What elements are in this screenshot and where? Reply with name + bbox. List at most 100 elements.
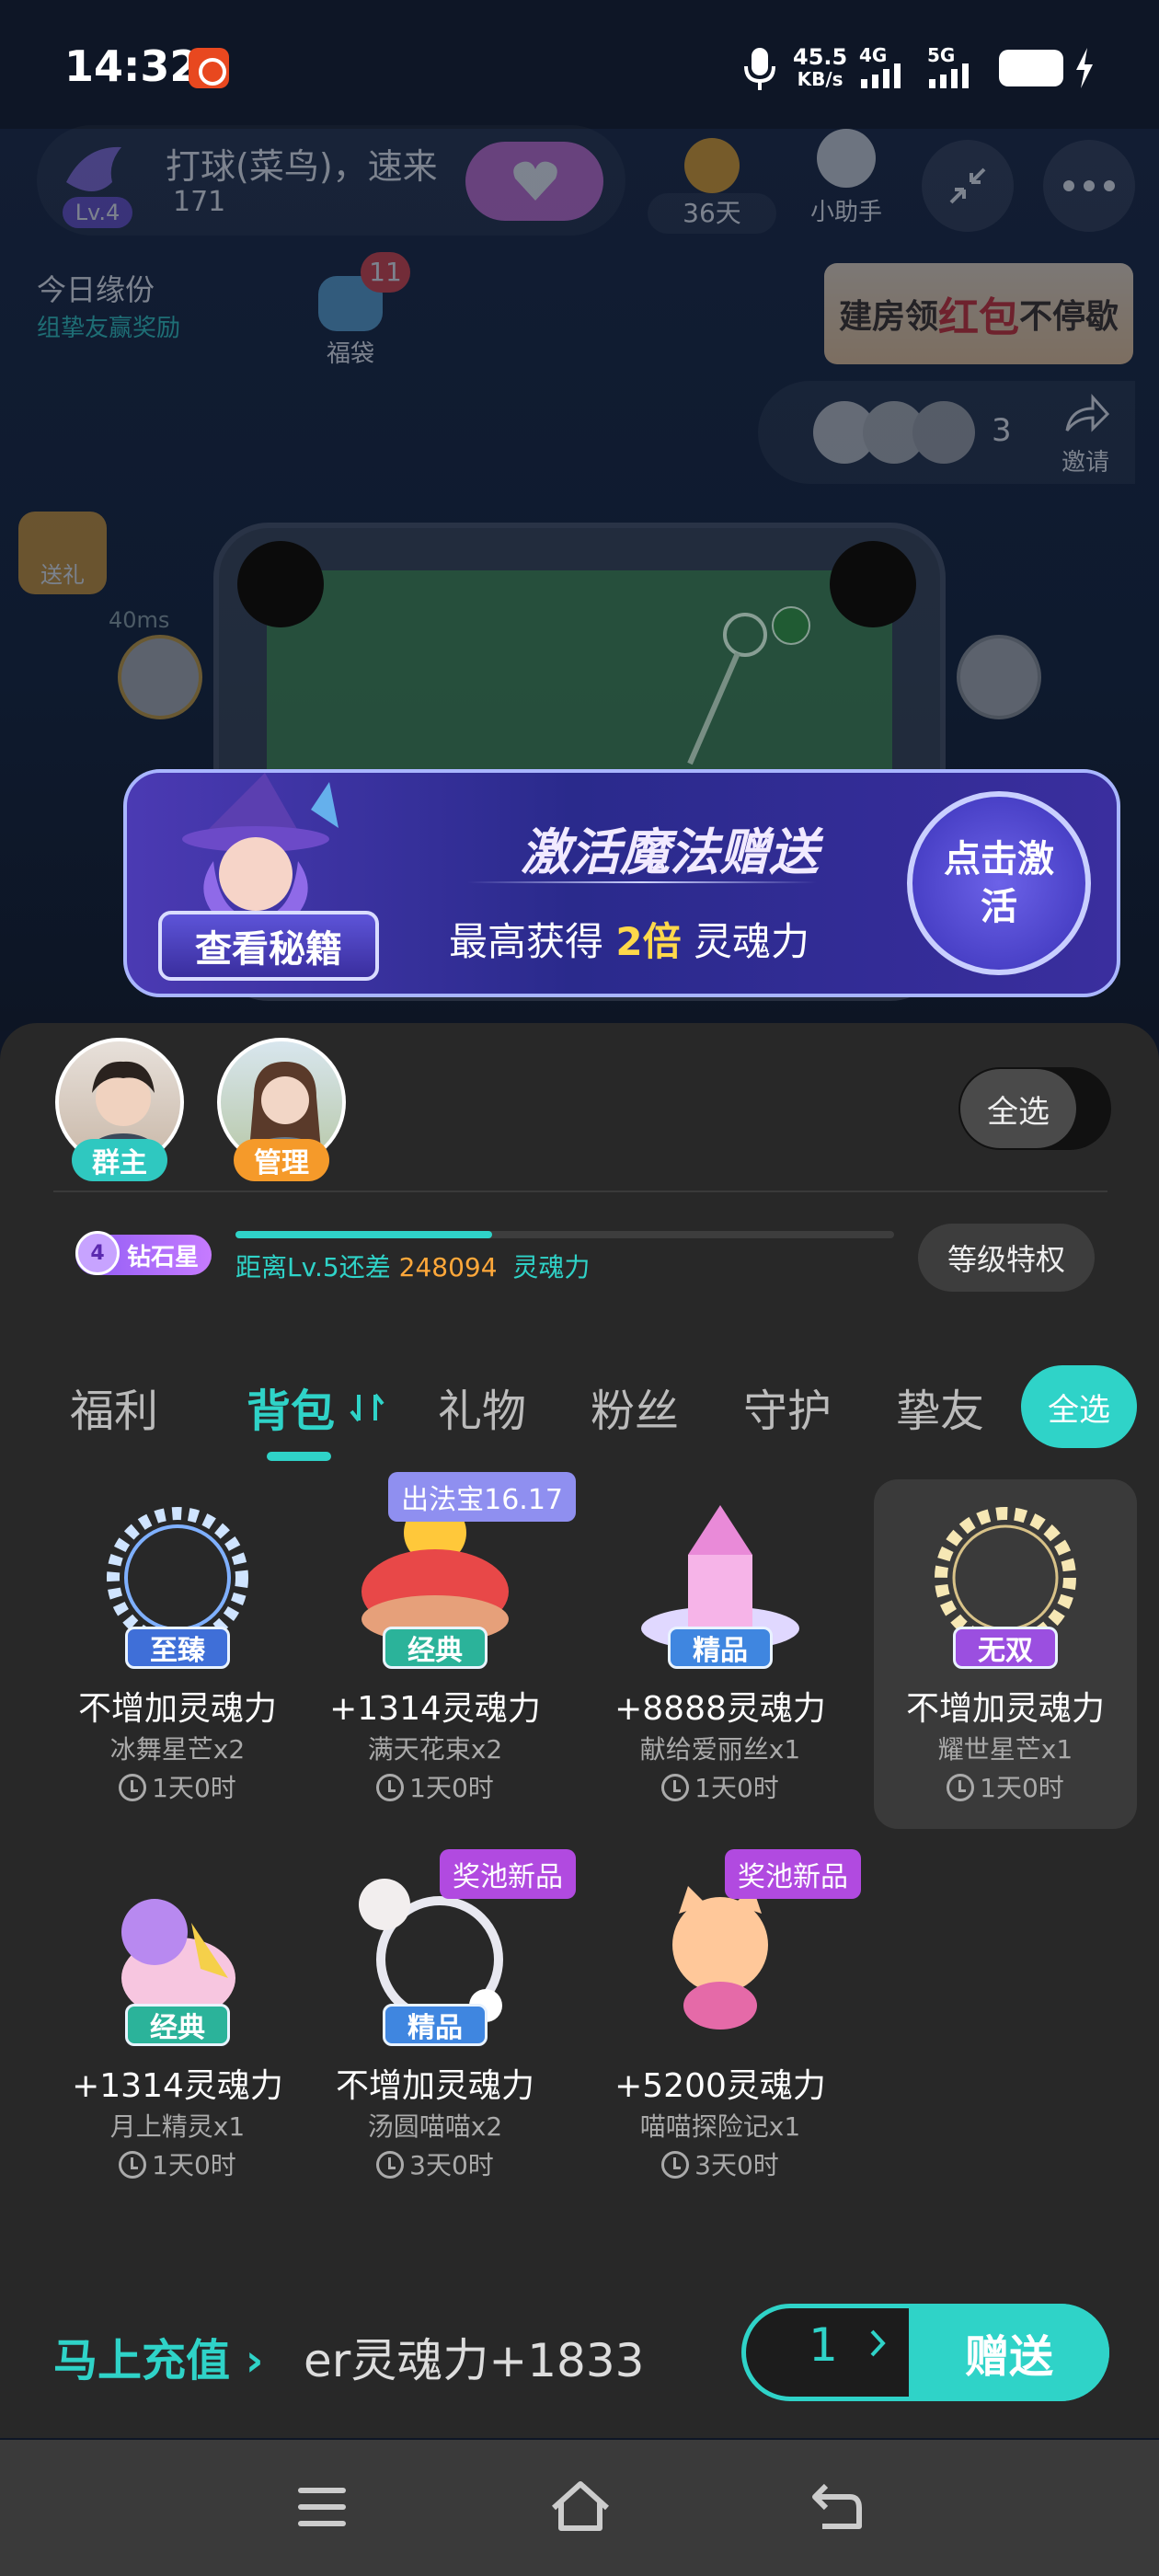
- item-soul-power: +5200灵魂力: [614, 2067, 826, 2105]
- days-badge[interactable]: 36天: [648, 138, 776, 234]
- room-heat: 171: [173, 186, 226, 218]
- level-progress-text: 距离Lv.5还差 248094 灵魂力: [235, 1248, 590, 1284]
- tab-backpack[interactable]: 背包: [247, 1374, 335, 1439]
- sun-icon: [684, 138, 740, 193]
- item-expiry: 1天0时: [874, 1768, 1137, 1805]
- item-expiry-text: 1天0时: [409, 1773, 494, 1803]
- fate-card[interactable]: 今日缘份 组挚友赢奖励: [37, 267, 276, 359]
- home-icon[interactable]: [548, 2477, 613, 2536]
- lucky-bag-count: 11: [361, 252, 410, 293]
- item-name: 满天花束x2: [367, 1734, 503, 1765]
- item-name: 耀世星芒x1: [937, 1734, 1073, 1765]
- quantity-value[interactable]: 1: [791, 2318, 855, 2372]
- send-gift-button[interactable]: 赠送: [909, 2304, 1109, 2401]
- item-tag: 奖池新品: [440, 1849, 576, 1899]
- heart-button[interactable]: [465, 142, 603, 221]
- item-expiry: 1天0时: [46, 1768, 309, 1805]
- quantity-chevron-icon[interactable]: [865, 2320, 892, 2366]
- days-label: 36天: [648, 193, 776, 234]
- item-tag: 奖池新品: [725, 1849, 861, 1899]
- backpack-item[interactable]: 精品 奖池新品不增加灵魂力汤圆喵喵x2 3天0时: [304, 1849, 576, 2206]
- sort-icon[interactable]: [350, 1391, 386, 1424]
- status-bar: 14:32 45.5 KB/s 4G 5G: [0, 0, 1159, 138]
- item-expiry-text: 1天0时: [694, 1773, 779, 1803]
- net-speed: 45.5 KB/s: [793, 46, 847, 90]
- status-time: 14:32: [64, 41, 200, 91]
- item-rarity-badge: 经典: [125, 2004, 230, 2046]
- backpack-item[interactable]: 奖池新品 +5200灵魂力 喵喵探险记x1 3天0时: [589, 1849, 861, 2206]
- backpack-item[interactable]: 经典 出法宝16.17 +1314灵魂力 满天花束x2 1天0时: [304, 1472, 576, 1829]
- banner-subtitle: 最高获得 2倍 灵魂力: [449, 911, 809, 967]
- item-expiry: 3天0时: [589, 2145, 852, 2182]
- room-level-badge: Lv.4: [63, 197, 132, 228]
- item-soul-power: 不增加灵魂力: [335, 2067, 534, 2105]
- back-icon[interactable]: [809, 2480, 865, 2532]
- backpack-item[interactable]: 精品 +8888灵魂力 献给爱丽丝x1 1天0时: [589, 1479, 852, 1829]
- item-expiry: 1天0时: [304, 1768, 567, 1805]
- red-packet-text-3: 不停歇: [1019, 298, 1119, 336]
- banner-subtitle-prefix: 最高获得: [449, 919, 604, 964]
- room-info-card[interactable]: Lv.4 打球(菜鸟)，速来 171: [37, 125, 625, 236]
- tabs-select-all-button[interactable]: 全选: [1021, 1365, 1137, 1448]
- rank-gem-icon: 4: [75, 1231, 120, 1275]
- menu-icon[interactable]: [296, 2484, 348, 2530]
- battery-icon: [999, 50, 1063, 86]
- player-avatar-left[interactable]: [118, 635, 202, 719]
- side-event-badge[interactable]: 送礼: [18, 512, 107, 594]
- room-title: 打球(菜鸟)，速来: [166, 146, 438, 187]
- level-privilege-button[interactable]: 等级特权: [918, 1224, 1095, 1292]
- more-button[interactable]: [1043, 140, 1135, 232]
- backpack-item[interactable]: 经典 +1314灵魂力 月上精灵x1 1天0时: [46, 1857, 309, 2206]
- clock-icon: [661, 2151, 690, 2179]
- pool-pocket-top-right: [830, 541, 916, 627]
- online-users-bar[interactable]: 3 邀请: [758, 381, 1135, 484]
- microphone-icon: [744, 48, 775, 90]
- gift-marquee: er灵魂力+18333: [304, 2334, 644, 2387]
- recipient-role-owner: 群主: [72, 1139, 167, 1181]
- item-soul-power: 不增加灵魂力: [77, 1690, 277, 1728]
- lucky-bag-button[interactable]: 11 福袋: [300, 252, 410, 368]
- online-count: 3: [992, 412, 1012, 449]
- item-expiry: 3天0时: [304, 2145, 567, 2182]
- ping-label: 40ms: [109, 607, 170, 633]
- progress-value: 248094: [398, 1252, 498, 1282]
- tab-welfare[interactable]: 福利: [70, 1374, 158, 1439]
- activate-button[interactable]: 点击激活: [907, 791, 1091, 975]
- room-bird-icon: [66, 146, 121, 191]
- clock-icon: [947, 1774, 975, 1801]
- clock-icon: [376, 2151, 405, 2179]
- tab-fans[interactable]: 粉丝: [591, 1374, 679, 1439]
- player-avatar-right[interactable]: [957, 635, 1041, 719]
- assistant-button[interactable]: 小助手: [800, 129, 892, 230]
- view-secrets-button[interactable]: 查看秘籍: [158, 911, 379, 981]
- red-packet-banner[interactable]: 建房领 红包 不停歇: [824, 263, 1133, 364]
- clock-icon: [119, 2151, 147, 2179]
- item-name: 献给爱丽丝x1: [639, 1734, 801, 1765]
- item-soul-power: +1314灵魂力: [329, 1690, 541, 1728]
- magic-activation-banner[interactable]: 查看秘籍 激活魔法赠送 最高获得 2倍 灵魂力 点击激活: [123, 769, 1120, 997]
- minimize-button[interactable]: [922, 140, 1014, 232]
- active-tab-underline: [267, 1452, 331, 1461]
- witch-icon: [182, 773, 339, 920]
- assistant-icon: [817, 129, 876, 188]
- invite-label: 邀请: [1061, 449, 1110, 477]
- tab-gifts[interactable]: 礼物: [438, 1374, 526, 1439]
- red-packet-text-2: 红包: [938, 294, 1019, 341]
- backpack-item[interactable]: 无双 不增加灵魂力 耀世星芒x1 1天0时: [874, 1479, 1137, 1829]
- online-avatar-3: [912, 401, 975, 464]
- select-all-label[interactable]: 全选: [960, 1069, 1076, 1148]
- item-rarity-badge: 精品: [383, 2004, 488, 2046]
- tab-guard[interactable]: 守护: [743, 1374, 832, 1439]
- item-name: 汤圆喵喵x2: [367, 2111, 503, 2142]
- banner-subtitle-suffix: 灵魂力: [693, 919, 809, 964]
- fate-title: 今日缘份: [37, 272, 155, 307]
- lucky-bag-label: 福袋: [326, 340, 374, 368]
- recharge-link[interactable]: 马上充值 ›: [53, 2324, 264, 2388]
- tab-close-friends[interactable]: 挚友: [896, 1374, 984, 1439]
- item-expiry: 1天0时: [46, 2145, 309, 2182]
- assistant-label: 小助手: [809, 199, 882, 226]
- progress-suffix: 灵魂力: [512, 1252, 591, 1282]
- cue-stick-icon: [687, 606, 810, 765]
- heart-icon: [513, 161, 557, 201]
- backpack-item[interactable]: 至臻 不增加灵魂力 冰舞星芒x2 1天0时: [46, 1479, 309, 1829]
